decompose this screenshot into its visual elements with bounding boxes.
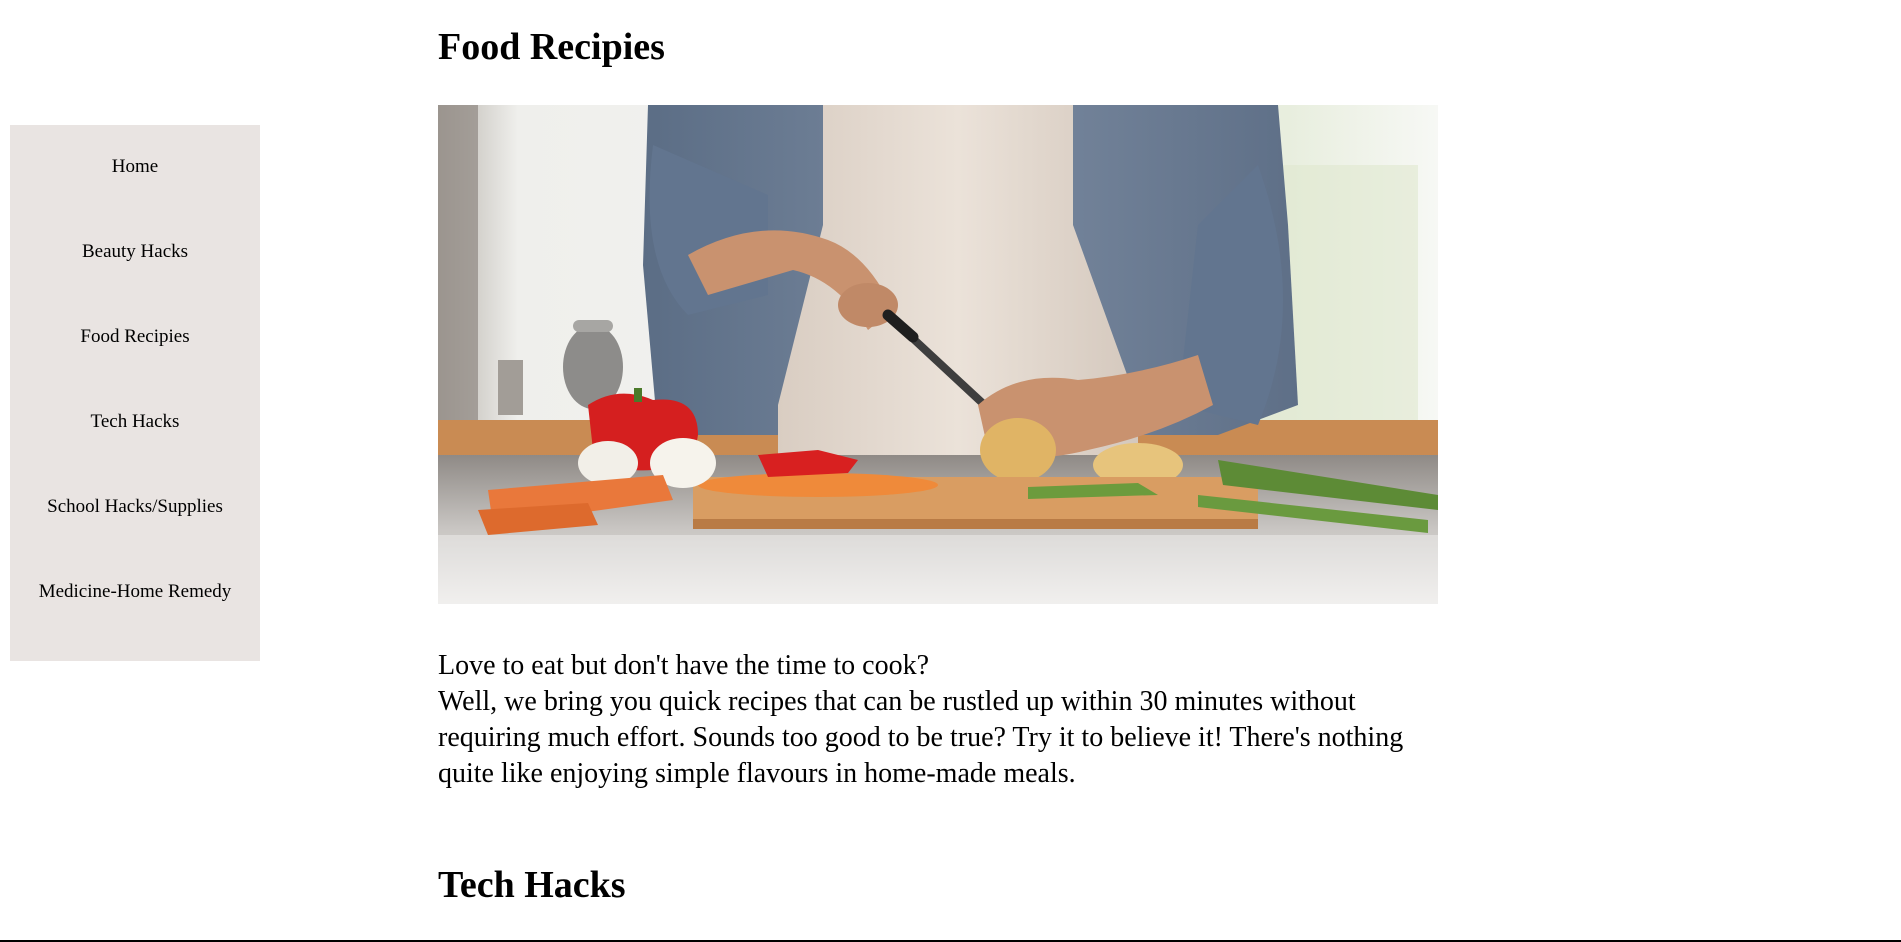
- sidebar-item-beauty-hacks[interactable]: Beauty Hacks: [30, 240, 240, 263]
- sidebar-item-medicine-home-remedy[interactable]: Medicine-Home Remedy: [30, 580, 240, 603]
- food-description: Love to eat but don't have the time to c…: [438, 648, 1448, 792]
- page: Home Beauty Hacks Food Recipies Tech Hac…: [0, 0, 1901, 942]
- hero-image-cooking: [438, 105, 1438, 604]
- section-title-food: Food Recipies: [438, 26, 665, 68]
- sidebar-item-school-hacks[interactable]: School Hacks/Supplies: [30, 495, 240, 518]
- food-description-line2: Well, we bring you quick recipes that ca…: [438, 686, 1404, 789]
- sidebar-nav: Home Beauty Hacks Food Recipies Tech Hac…: [10, 125, 260, 661]
- section-title-tech: Tech Hacks: [438, 864, 626, 906]
- sidebar-item-home[interactable]: Home: [30, 155, 240, 178]
- sidebar-item-tech-hacks[interactable]: Tech Hacks: [30, 410, 240, 433]
- sidebar-item-food-recipies[interactable]: Food Recipies: [30, 325, 240, 348]
- food-description-line1: Love to eat but don't have the time to c…: [438, 650, 930, 681]
